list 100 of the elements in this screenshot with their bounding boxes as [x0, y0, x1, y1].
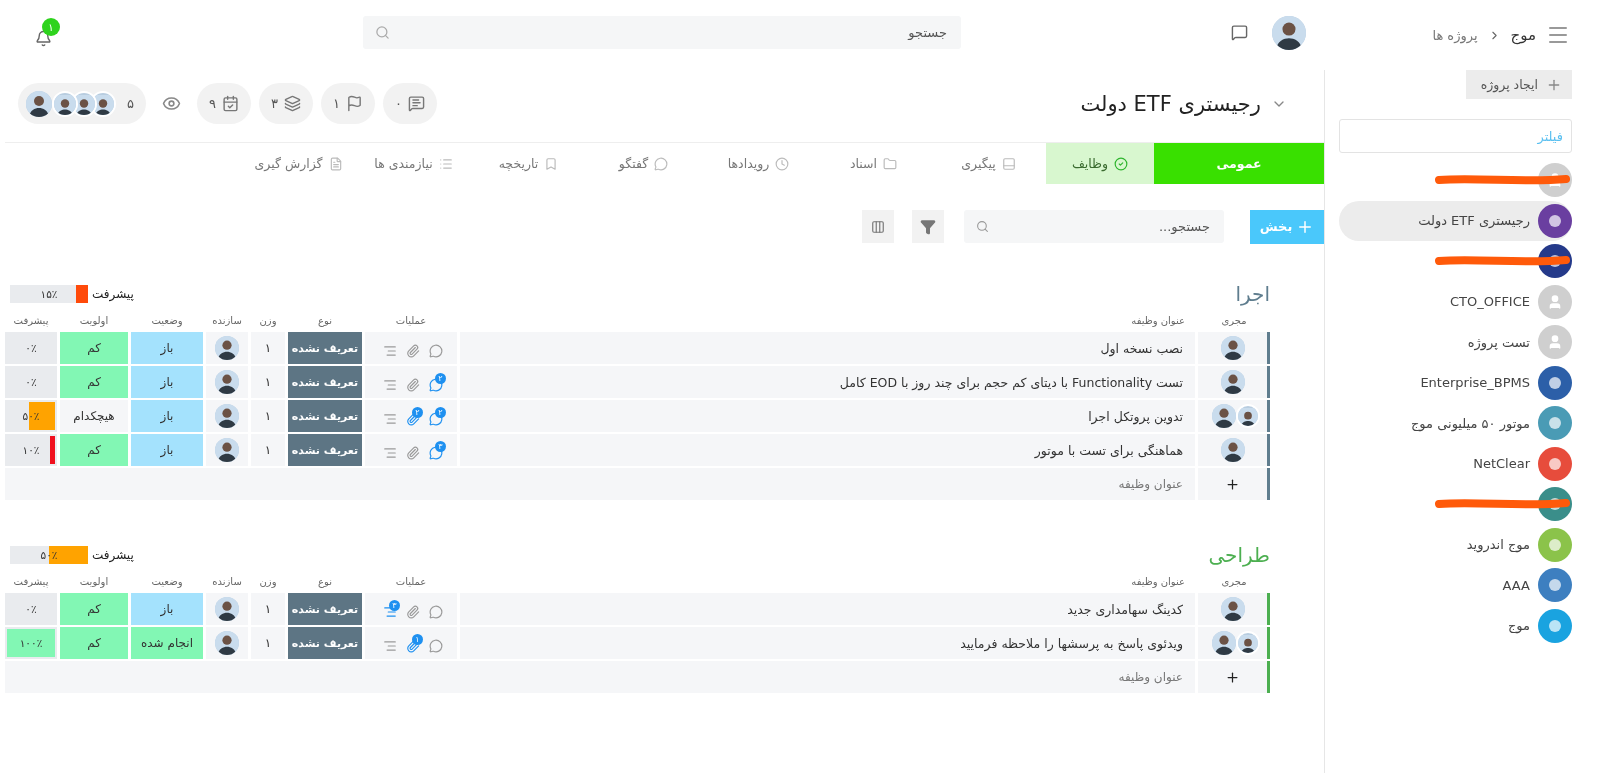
tab[interactable]: گزارش گیری — [241, 143, 356, 184]
progress-reading: ۵۰٪ — [40, 549, 58, 561]
create-project-button[interactable]: ایجاد پروژه — [1466, 70, 1572, 99]
flags-icon — [345, 95, 363, 112]
weight-cell: ۱ — [251, 400, 285, 432]
column-header: سازنده — [211, 576, 243, 589]
project-logo-icon — [1538, 527, 1572, 562]
task-title[interactable]: هماهنگی برای تست با موتور — [460, 434, 1195, 466]
breadcrumb-link[interactable]: موج — [1510, 26, 1536, 44]
tab[interactable]: نیازمندی ها — [356, 143, 471, 184]
avatar — [215, 370, 239, 394]
speech-bubble-icon — [654, 156, 669, 171]
type-cell: تعریف نشده — [288, 332, 362, 364]
layers-count[interactable]: ۳ — [258, 83, 313, 124]
count-badge: ۲ — [435, 372, 446, 384]
bookmark-icon — [544, 156, 559, 171]
comments-icon — [407, 95, 425, 112]
search-icon — [375, 25, 390, 40]
task-title[interactable]: کدینگ سهامداری جدید — [460, 593, 1195, 625]
new-task-field[interactable]: عنوان وظیفه — [5, 661, 1195, 693]
tab[interactable]: اسناد — [816, 143, 931, 184]
task-title[interactable]: تست Functionality با دیتای کم حجم برای چند روز با EOD کامل — [460, 366, 1195, 398]
tab[interactable]: پیگیری — [931, 143, 1046, 184]
filter-icon — [920, 218, 936, 235]
status-cell: باز — [131, 366, 203, 398]
project-item[interactable]: NetClear — [1339, 443, 1572, 484]
progress-label: پیشرفت — [92, 548, 134, 562]
tasks-icon — [221, 95, 239, 112]
task-title[interactable]: ویدئوی پاسخ به پرسشها را ملاحظه فرمایید — [460, 627, 1195, 659]
project-item[interactable]: AAA — [1339, 565, 1572, 606]
add-task-button[interactable] — [1198, 661, 1270, 693]
project-item[interactable]: رجیستری ETF دولت — [1339, 200, 1572, 241]
avatar — [1220, 597, 1245, 621]
tab[interactable]: وظایف — [1046, 143, 1154, 184]
section-title: طراحی — [1208, 543, 1270, 567]
type-cell: تعریف نشده — [288, 400, 362, 432]
project-logo-icon — [1538, 203, 1572, 238]
paperclip-icon — [406, 445, 420, 460]
status-cell: باز — [131, 434, 203, 466]
eye-icon[interactable] — [162, 94, 181, 113]
column-header: پیشرفت — [12, 576, 50, 590]
tab[interactable]: تاریخچه — [471, 143, 586, 184]
search-icon — [976, 220, 989, 233]
list-icon — [438, 156, 453, 171]
lines-icon — [383, 411, 397, 426]
avatar — [1220, 336, 1245, 360]
project-item[interactable]: تست پروژه — [1339, 322, 1572, 363]
filter-field[interactable]: فیلتر — [1339, 119, 1572, 153]
project-name: تست پروژه — [1467, 334, 1530, 350]
project-item[interactable]: Enterprise_BPMS — [1339, 362, 1572, 403]
flags-count[interactable]: ۱ — [320, 83, 375, 124]
priority-cell: کم — [60, 627, 128, 659]
avatar — [215, 336, 239, 360]
project-name: رجیستری ETF دولت — [1418, 213, 1530, 229]
priority-cell: کم — [60, 593, 128, 625]
avatar — [215, 404, 239, 428]
column-header: عملیات — [394, 576, 428, 589]
priority-cell: کم — [60, 332, 128, 364]
filter-button[interactable] — [912, 210, 944, 243]
tab[interactable]: رویدادها — [701, 143, 816, 184]
add-task-button[interactable] — [1198, 468, 1270, 500]
tab[interactable]: گفتگو — [586, 143, 701, 184]
user-icon — [1538, 284, 1572, 319]
column-header: عملیات — [394, 315, 428, 328]
column-header: نوع — [317, 315, 333, 329]
project-item[interactable]: موتور ۵۰ میلیونی موج — [1339, 403, 1572, 444]
weight-cell: ۱ — [251, 627, 285, 659]
project-name: موج اندروید — [1466, 537, 1530, 553]
type-cell: تعریف نشده — [288, 434, 362, 466]
status-cell: انجام شده — [131, 627, 203, 659]
clock-icon — [775, 156, 790, 171]
comments-count[interactable]: ۰ — [382, 83, 437, 124]
watchers-pill[interactable]: ۵ — [18, 83, 146, 124]
lines-icon — [383, 377, 397, 392]
project-name: Enterprise_BPMS — [1420, 375, 1530, 391]
avatar — [1236, 631, 1260, 655]
breadcrumb-link[interactable]: پروژه ها — [1432, 27, 1478, 43]
avatar — [1212, 404, 1236, 428]
project-item[interactable]: موج — [1339, 605, 1572, 646]
tasks-count[interactable]: ۹ — [197, 83, 251, 124]
columns-button[interactable] — [862, 210, 894, 243]
speech-bubble-icon — [429, 445, 443, 460]
speech-bubble-icon — [429, 604, 443, 619]
count-badge: ۲ — [435, 406, 446, 418]
new-task-field[interactable]: عنوان وظیفه — [5, 468, 1195, 500]
progress-reading: ۱۰٪ — [22, 444, 40, 456]
count-badge: ۳ — [389, 599, 400, 611]
priority-cell: کم — [60, 366, 128, 398]
plus-icon — [1225, 476, 1240, 492]
paperclip-icon — [406, 343, 420, 358]
project-logo-icon — [1538, 608, 1572, 643]
project-item[interactable]: CTO_OFFICE — [1339, 281, 1572, 322]
task-title[interactable]: تدوین پروتکل اجرا — [460, 400, 1195, 432]
chat-icon[interactable] — [1231, 24, 1248, 41]
column-header: وزن — [258, 576, 278, 590]
weight-cell: ۱ — [251, 366, 285, 398]
avatar — [1212, 631, 1236, 655]
project-item[interactable]: موج اندروید — [1339, 524, 1572, 565]
task-title[interactable]: نصب نسخه اول — [460, 332, 1195, 364]
type-cell: تعریف نشده — [288, 627, 362, 659]
